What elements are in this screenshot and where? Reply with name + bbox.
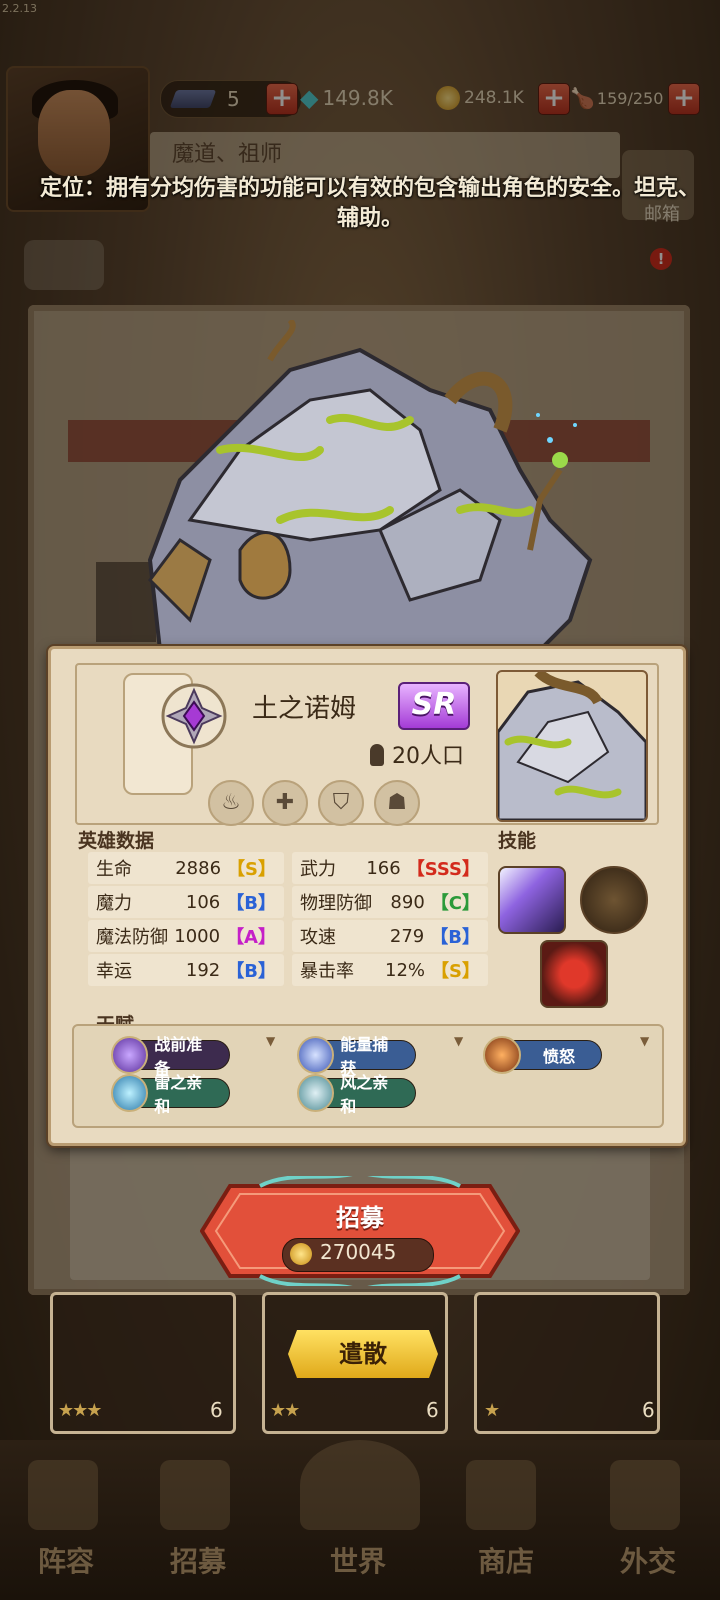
world-emblem-icon: [300, 1440, 420, 1530]
recruit-label: 招募: [336, 1204, 384, 1232]
nav-lineup[interactable]: 阵容: [6, 1540, 126, 1580]
talent-thunder-affinity[interactable]: 雷之亲和: [111, 1073, 230, 1116]
talent-icon: [297, 1074, 335, 1112]
bell-icon: [160, 1460, 230, 1530]
helmet-icon: [28, 1460, 98, 1530]
slot-count: 6: [642, 1398, 655, 1422]
hero-slot[interactable]: [474, 1292, 660, 1434]
body-icon[interactable]: ☗: [374, 780, 420, 826]
talent-energy-capture[interactable]: 能量捕获: [297, 1035, 416, 1078]
cross-icon[interactable]: ✚: [262, 780, 308, 826]
stat-value: 2886: [175, 857, 222, 879]
talent-pre-battle[interactable]: 战前准备: [111, 1035, 230, 1078]
crate-icon: [466, 1460, 536, 1530]
skill-meteor-icon[interactable]: [498, 866, 566, 934]
stat-value: 166: [366, 857, 401, 879]
nav-world[interactable]: 世界: [298, 1540, 418, 1580]
stat-physical-defense: 物理防御 890 【C】: [292, 886, 488, 918]
stat-hp: 生命 2886 【S】: [88, 852, 284, 884]
talent-icon: [111, 1074, 149, 1112]
talent-label: 愤怒: [543, 1047, 576, 1066]
stat-luck: 幸运 192 【B】: [88, 954, 284, 986]
slot-count: 6: [426, 1398, 439, 1422]
stat-label: 物理防御: [300, 893, 372, 914]
stat-label: 幸运: [96, 961, 132, 982]
talent-icon: [297, 1036, 335, 1074]
stat-attack: 武力 166 【SSS】: [292, 852, 488, 884]
stat-value: 890: [390, 891, 425, 913]
skills-section-title: 技能: [498, 830, 537, 852]
water-drop-icon[interactable]: ♨: [208, 780, 254, 826]
skill-heart-icon[interactable]: [540, 940, 608, 1008]
stat-attack-speed: 攻速 279 【B】: [292, 920, 488, 952]
talent-label: 雷之亲和: [154, 1073, 203, 1116]
skill-armor-icon[interactable]: [580, 866, 648, 934]
recruit-cost: 270045: [320, 1240, 397, 1264]
hero-portrait: [496, 670, 648, 822]
slot-stars: ★: [484, 1400, 500, 1421]
role-description: 定位：拥有分均伤害的功能可以有效的包含输出角色的安全。坦克、辅助。: [40, 176, 701, 231]
dropdown-arrow-icon: ▼: [640, 1034, 650, 1048]
hero-artwork: [147, 320, 593, 650]
stat-value: 1000: [174, 925, 221, 947]
stat-label: 生命: [96, 859, 132, 880]
stat-value: 279: [389, 925, 425, 947]
talent-rage[interactable]: 愤怒: [483, 1036, 602, 1074]
population-icon: [370, 744, 384, 766]
stat-grade: 【S】: [431, 961, 480, 982]
talent-icon: [111, 1036, 149, 1074]
stat-grade: 【SSS】: [406, 859, 480, 880]
stat-label: 攻速: [300, 927, 336, 948]
stat-grade: 【S】: [227, 859, 276, 880]
slot-stars: ★★★: [58, 1400, 102, 1421]
talent-icon: [483, 1036, 521, 1074]
slot-stars: ★★: [270, 1400, 300, 1421]
dropdown-arrow-icon: ▼: [266, 1034, 276, 1048]
stat-value: 192: [185, 959, 221, 981]
hero-name: 土之诺姆: [252, 694, 357, 724]
element-emblem-icon: [161, 683, 227, 749]
slot-count: 6: [210, 1398, 223, 1422]
stat-grade: 【C】: [430, 893, 480, 914]
talent-label: 风之亲和: [340, 1073, 389, 1116]
dropdown-arrow-icon: ▼: [454, 1034, 464, 1048]
handshake-icon: [610, 1460, 680, 1530]
stat-label: 武力: [300, 859, 336, 880]
shield-icon[interactable]: ⛉: [318, 780, 364, 826]
stat-label: 魔力: [96, 893, 132, 914]
stat-crit-rate: 暴击率 12% 【S】: [292, 954, 488, 986]
stat-grade: 【A】: [226, 927, 276, 948]
nav-recruit[interactable]: 招募: [138, 1540, 258, 1580]
stat-label: 魔法防御: [96, 927, 168, 948]
talent-wind-affinity[interactable]: 风之亲和: [297, 1073, 416, 1116]
stat-label: 暴击率: [300, 961, 354, 982]
stats-section-title: 英雄数据: [78, 830, 155, 852]
stat-magic: 魔力 106 【B】: [88, 886, 284, 918]
stat-grade: 【B】: [226, 893, 276, 914]
dismiss-button[interactable]: 遣散: [288, 1330, 438, 1378]
population-value: 20人口: [392, 744, 464, 769]
coin-icon: [290, 1243, 312, 1265]
stat-grade: 【B】: [226, 961, 276, 982]
stat-value: 106: [185, 891, 221, 913]
stat-grade: 【B】: [430, 927, 480, 948]
rarity-badge: SR: [398, 682, 470, 730]
nav-shop[interactable]: 商店: [446, 1540, 566, 1580]
stat-magic-defense: 魔法防御 1000 【A】: [88, 920, 284, 952]
nav-diplomacy[interactable]: 外交: [588, 1540, 708, 1580]
stat-value: 12%: [385, 959, 426, 981]
